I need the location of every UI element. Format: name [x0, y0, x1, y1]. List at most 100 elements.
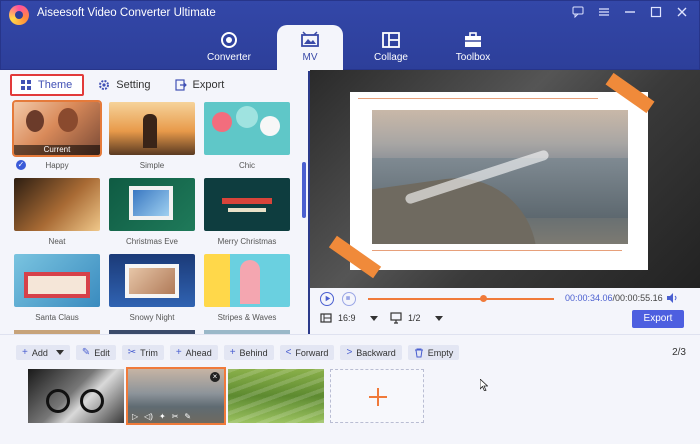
button-label: Edit	[94, 347, 110, 358]
theme-scrollbar[interactable]	[302, 162, 306, 218]
timeline-clip-selected[interactable]: × ▷ ◁) ✦ ✂ ✎	[126, 367, 226, 425]
theme-name: Stripes & Waves	[217, 313, 277, 322]
aspect-ratio-select[interactable]: 16:9	[320, 312, 378, 324]
nav-label: MV	[302, 52, 318, 63]
theme-card-snowy-night[interactable]: Snowy Night	[109, 254, 195, 330]
subtab-label: Export	[192, 79, 225, 91]
stop-button[interactable]	[342, 292, 356, 306]
subtab-bar: Theme Setting Export	[10, 74, 234, 96]
converter-icon	[221, 32, 237, 48]
scissors-icon: ✂	[127, 347, 137, 358]
nav-tab-collage[interactable]: Collage	[359, 29, 423, 71]
nav-tab-converter[interactable]: Converter	[197, 29, 261, 71]
play-button[interactable]	[320, 292, 334, 306]
edit-icon[interactable]: ✎	[184, 412, 191, 421]
player-controls: 00:00:34.06/00:00:55.16 16:9 1/2 Export	[310, 288, 700, 334]
aspect-ratio-value: 16:9	[338, 313, 356, 323]
plus-icon: +	[22, 347, 28, 358]
subtab-export[interactable]: Export	[167, 74, 235, 96]
theme-thumbnail	[204, 254, 290, 307]
close-icon[interactable]	[675, 6, 689, 20]
total-time: /00:00:55.16	[612, 293, 663, 303]
theme-card-neat[interactable]: Neat	[14, 178, 100, 254]
theme-thumbnail	[14, 178, 100, 231]
progress-bar[interactable]	[368, 298, 554, 300]
theme-thumbnail: Current	[12, 100, 102, 157]
aspect-ratio-icon	[320, 313, 332, 323]
subtab-setting[interactable]: Setting	[90, 74, 160, 96]
cut-icon[interactable]: ✂	[172, 412, 179, 421]
theme-name: Neat	[48, 237, 66, 246]
theme-name: Christmas Eve	[125, 237, 178, 246]
behind-button[interactable]: + Behind	[223, 345, 274, 360]
nav-label: Collage	[374, 52, 408, 63]
backward-button[interactable]: > Backward	[340, 345, 402, 360]
preview-photo	[372, 110, 628, 244]
effect-icon[interactable]: ✦	[159, 412, 166, 421]
button-label: Ahead	[185, 347, 212, 358]
subtab-theme[interactable]: Theme	[10, 74, 85, 96]
empty-button[interactable]: Empty	[407, 345, 460, 360]
theme-card-merry-christmas[interactable]: Merry Christmas	[204, 178, 290, 254]
theme-thumbnail	[204, 102, 290, 155]
time-display: 00:00:34.06/00:00:55.16	[565, 293, 663, 303]
chevron-down-icon	[434, 315, 443, 321]
theme-panel: Theme Setting Export Current ✓ Happy Sim…	[0, 70, 308, 334]
frame-line	[372, 250, 622, 251]
current-tag: Current	[14, 145, 100, 155]
app-title: Aiseesoft Video Converter Ultimate	[37, 7, 216, 19]
chat-icon[interactable]	[571, 6, 585, 20]
monitor-icon	[390, 312, 402, 324]
remove-clip-icon[interactable]: ×	[210, 372, 220, 382]
title-bar: Aiseesoft Video Converter Ultimate Conve…	[0, 0, 700, 71]
toolbox-icon	[465, 32, 481, 47]
timeline-clip[interactable]	[228, 369, 324, 423]
theme-thumbnail	[109, 254, 195, 307]
theme-thumbnail	[14, 254, 100, 307]
volume-icon[interactable]	[666, 292, 678, 304]
frame-line	[358, 98, 598, 99]
page-select[interactable]: 1/2	[390, 312, 443, 324]
button-label: Add	[31, 347, 48, 358]
theme-card-happy[interactable]: Current ✓ Happy	[12, 100, 102, 178]
forward-button[interactable]: < Forward	[279, 345, 335, 360]
timeline-clip[interactable]	[28, 369, 124, 423]
subtab-label: Theme	[38, 79, 73, 91]
edit-button[interactable]: ✎ Edit	[75, 345, 116, 360]
theme-card-stripes-waves[interactable]: Stripes & Waves	[204, 254, 290, 330]
progress-handle[interactable]	[480, 295, 488, 302]
trash-icon	[414, 348, 423, 357]
add-button[interactable]: + Add	[16, 345, 70, 360]
menu-icon[interactable]	[597, 6, 611, 20]
play-icon[interactable]: ▷	[132, 412, 138, 421]
mouse-cursor-icon	[480, 379, 488, 391]
chevron-left-icon: <	[285, 347, 292, 358]
nav-tab-mv[interactable]: MV	[277, 25, 343, 71]
chevron-right-icon: >	[346, 347, 353, 358]
nav-tab-toolbox[interactable]: Toolbox	[441, 29, 505, 71]
maximize-icon[interactable]	[649, 6, 663, 20]
ahead-button[interactable]: + Ahead	[169, 345, 218, 360]
grid-icon	[21, 80, 31, 90]
theme-thumbnail	[109, 178, 195, 231]
theme-card-chic[interactable]: Chic	[204, 102, 290, 178]
theme-thumbnail	[109, 102, 195, 155]
edit-icon: ✎	[81, 347, 91, 358]
button-label: Trim	[140, 347, 158, 358]
nav-label: Converter	[207, 52, 251, 63]
theme-card-santa-claus[interactable]: Santa Claus	[14, 254, 100, 330]
add-clip-button[interactable]	[330, 369, 424, 423]
timeline-toolbar: + Add ✎ Edit ✂ Trim + Ahead + Behind < F…	[16, 345, 460, 360]
theme-name: Santa Claus	[35, 313, 79, 322]
trim-button[interactable]: ✂ Trim	[121, 345, 164, 360]
clip-tools: ▷ ◁) ✦ ✂ ✎	[132, 412, 191, 421]
minimize-icon[interactable]	[623, 6, 637, 20]
volume-icon[interactable]: ◁)	[144, 412, 153, 421]
chevron-down-icon	[55, 350, 64, 355]
export-icon	[174, 79, 187, 91]
mv-icon	[301, 31, 319, 47]
video-preview	[310, 70, 700, 288]
export-button[interactable]: Export	[632, 310, 684, 328]
theme-card-simple[interactable]: Simple	[109, 102, 195, 178]
theme-card-christmas-eve[interactable]: Christmas Eve	[109, 178, 195, 254]
